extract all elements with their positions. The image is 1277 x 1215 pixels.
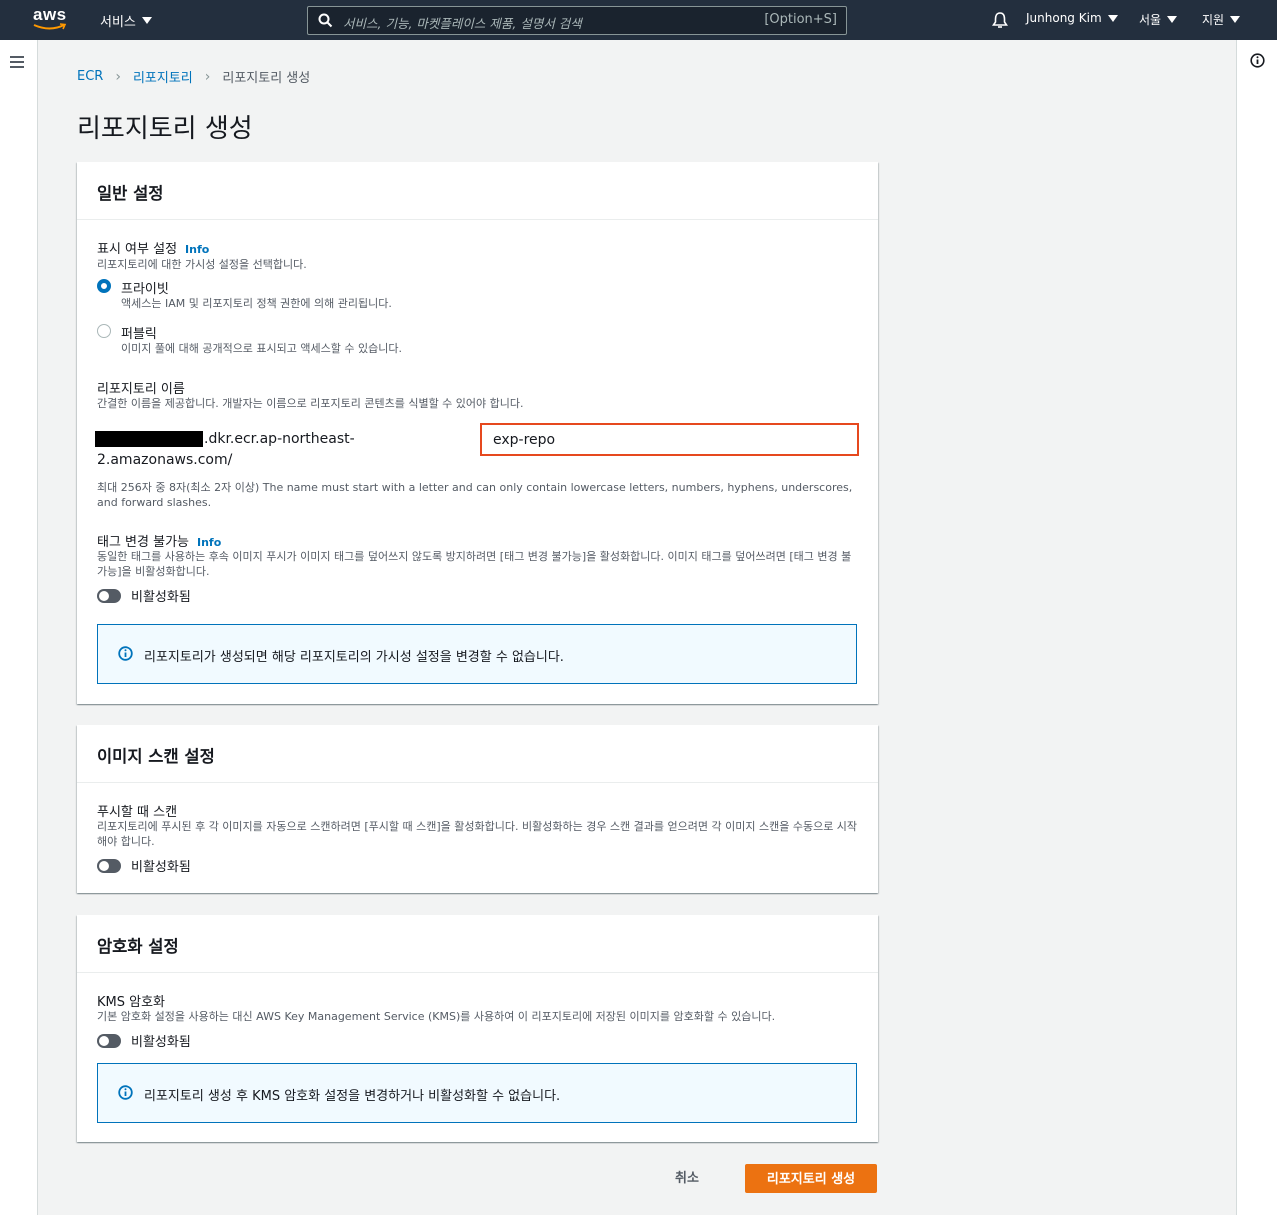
image-scan-panel: 이미지 스캔 설정 [77,725,878,893]
page-title: 리포지토리 생성 [77,114,253,144]
tag-immutability-description: 동일한 태그를 사용하는 후속 이미지 푸시가 이미지 태그를 덮어쓰지 않도록… [97,550,852,578]
search-input[interactable]: 서비스, 기능, 마켓플레이스 제품, 설명서 검색 [Option+S] [307,6,847,35]
user-menu[interactable]: Junhong Kim [1026,11,1118,25]
kms-info-alert: 리포지토리 생성 후 KMS 암호화 설정을 변경하거나 비활성화할 수 없습니… [97,1063,857,1123]
search-icon [318,13,333,28]
caret-down-icon [1167,16,1178,23]
info-icon[interactable] [1250,53,1265,68]
aws-logo-text: aws [33,5,67,24]
public-radio[interactable] [97,324,111,338]
scan-on-push-toggle[interactable] [97,858,121,873]
region-label: 서울 [1139,13,1162,27]
services-label: 서비스 [100,15,136,30]
kms-encryption-toggle-label: 비활성화됨 [131,1035,191,1050]
search-placeholder: 서비스, 기능, 마켓플레이스 제품, 설명서 검색 [343,16,582,31]
private-radio[interactable] [97,279,111,293]
kms-encryption-description: 기본 암호화 설정을 사용하는 대신 AWS Key Management Se… [97,1010,776,1023]
cancel-button[interactable]: 취소 [675,1167,699,1186]
visibility-info-alert: 리포지토리가 생성되면 해당 리포지토리의 가시성 설정을 변경할 수 없습니다… [97,624,857,684]
help-panel-rail [1236,40,1277,1215]
bell-icon [992,12,1008,28]
visibility-info-link[interactable]: Info [185,243,209,256]
aws-logo[interactable]: aws [33,6,69,34]
repo-uri-prefix-line1: .dkr.ecr.ap-northeast- [204,431,355,447]
support-menu[interactable]: 지원 [1202,11,1241,28]
repo-name-label: 리포지토리 이름 [97,382,185,397]
breadcrumb-repositories-link[interactable]: 리포지토리 [133,67,193,86]
scan-on-push-description: 리포지토리에 푸시된 후 각 이미지를 자동으로 스캔하려면 [푸시할 때 스캔… [97,820,858,848]
repo-name-description: 간결한 이름을 제공합니다. 개발자는 이름으로 리포지토리 콘텐츠를 식별할 … [97,397,524,410]
tag-immutability-info-link[interactable]: Info [197,536,221,549]
tag-immutability-label: 태그 변경 불가능 [97,535,189,550]
breadcrumb-ecr-link[interactable]: ECR [77,69,103,84]
kms-encryption-toggle-row: 비활성화됨 [97,1031,191,1050]
private-label[interactable]: 프라이빗 [121,278,169,297]
create-repository-button[interactable]: 리포지토리 생성 [745,1164,877,1193]
repo-name-input[interactable] [480,423,859,456]
tag-immutability-toggle-label: 비활성화됨 [131,590,191,605]
scan-on-push-toggle-label: 비활성화됨 [131,860,191,875]
visibility-label-row: 표시 여부 설정 Info [97,238,209,257]
services-menu[interactable]: 서비스 [100,11,152,30]
notifications-button[interactable] [991,11,1009,29]
side-navigation-rail [0,40,38,1215]
kms-alert-text: 리포지토리 생성 후 KMS 암호화 설정을 변경하거나 비활성화할 수 없습니… [144,1089,561,1104]
aws-smile-icon [33,23,67,30]
repo-uri-prefix-line2: 2.amazonaws.com/ [97,452,233,468]
caret-down-icon [1230,16,1241,23]
visibility-description: 리포지토리에 대한 가시성 설정을 선택합니다. [97,258,307,271]
support-label: 지원 [1202,13,1225,27]
tag-immutability-toggle-row: 비활성화됨 [97,586,191,605]
scan-on-push-toggle-row: 비활성화됨 [97,856,191,875]
general-settings-header: 일반 설정 [77,162,878,220]
chevron-right-icon: › [204,68,211,85]
private-description: 액세스는 IAM 및 리포지토리 정책 권한에 의해 관리됩니다. [121,297,392,310]
info-icon [118,1085,133,1100]
redacted-account-id [95,431,203,447]
user-name: Junhong Kim [1026,11,1102,25]
search-shortcut: [Option+S] [764,12,837,27]
caret-down-icon [141,17,152,24]
tag-immutability-label-row: 태그 변경 불가능 Info [97,531,221,550]
encryption-header: 암호화 설정 [77,915,878,973]
public-label[interactable]: 퍼블릭 [121,323,157,342]
breadcrumb: ECR › 리포지토리 › 리포지토리 생성 [77,67,311,87]
menu-icon[interactable] [10,56,24,71]
caret-down-icon [1107,14,1118,22]
tag-immutability-toggle[interactable] [97,588,121,603]
region-menu[interactable]: 서울 [1139,11,1178,28]
visibility-label: 표시 여부 설정 [97,242,178,257]
chevron-right-icon: › [115,68,121,85]
public-description: 이미지 풀에 대해 공개적으로 표시되고 액세스할 수 있습니다. [121,342,402,355]
image-scan-header: 이미지 스캔 설정 [77,725,878,783]
kms-encryption-toggle[interactable] [97,1033,121,1048]
info-icon [118,646,133,661]
visibility-alert-text: 리포지토리가 생성되면 해당 리포지토리의 가시성 설정을 변경할 수 없습니다… [144,650,564,665]
scan-on-push-label: 푸시할 때 스캔 [97,805,178,820]
kms-encryption-label: KMS 암호화 [97,995,166,1010]
top-navigation: aws 서비스 서비스, 기능, 마켓플레이스 제품, 설명서 검색 [Opti… [0,0,1277,40]
repo-name-hint: 최대 256자 중 8자(최소 2자 이상) The name must sta… [97,481,853,509]
breadcrumb-current: 리포지토리 생성 [222,71,311,86]
